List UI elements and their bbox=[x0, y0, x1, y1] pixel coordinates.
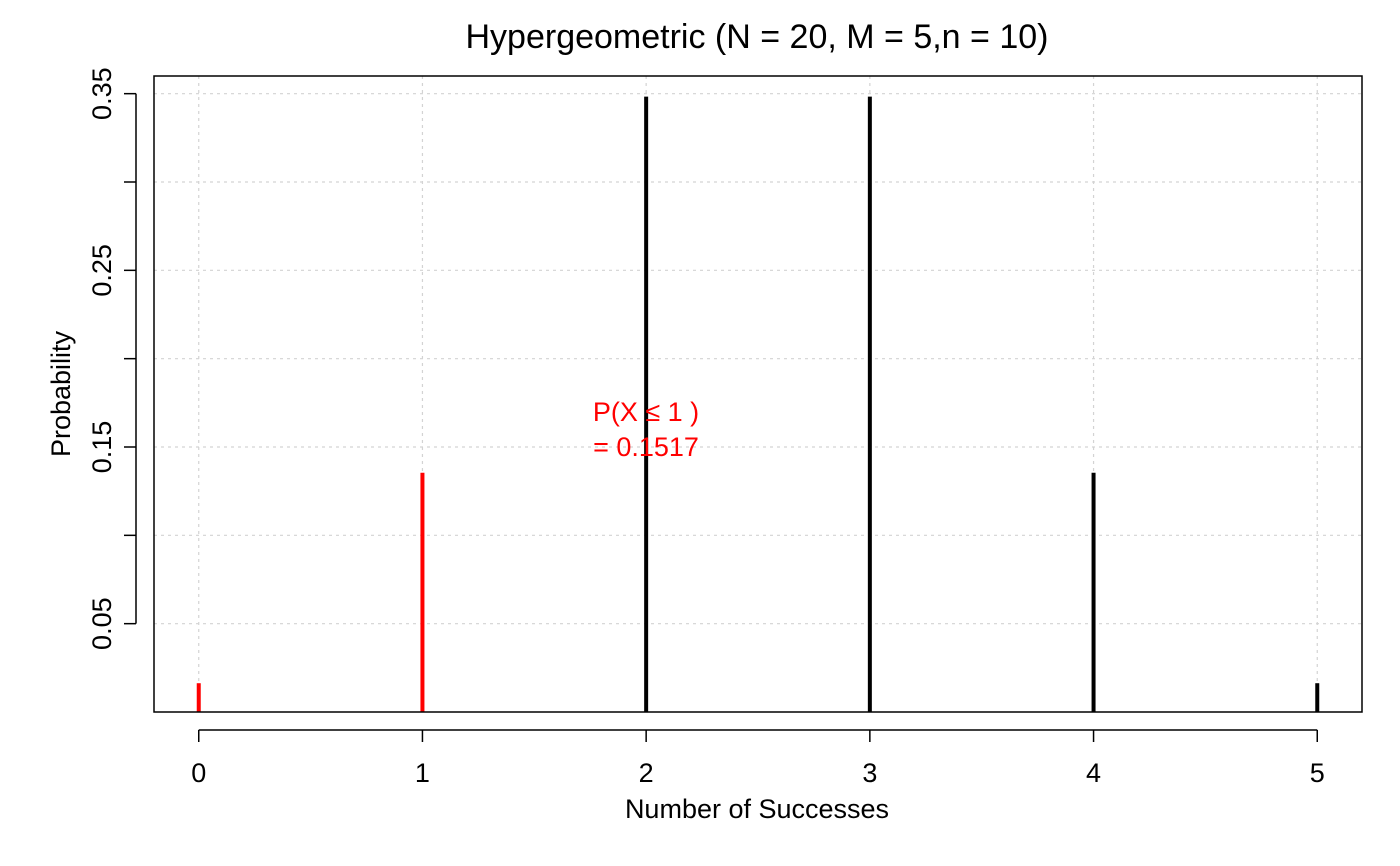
bars bbox=[196, 96, 1320, 712]
x-tick-label: 4 bbox=[1086, 758, 1101, 788]
x-axis: 0 1 2 3 4 5 bbox=[191, 729, 1325, 788]
y-tick-label: 0.35 bbox=[87, 67, 117, 120]
probability-annotation-line2: = 0.1517 bbox=[593, 432, 699, 462]
grid bbox=[154, 76, 1362, 712]
probability-annotation-line1: P(X ≤ 1 ) bbox=[593, 397, 699, 427]
x-tick-label: 5 bbox=[1310, 758, 1325, 788]
x-tick-label: 3 bbox=[862, 758, 877, 788]
hypergeometric-chart: Hypergeometric (N = 20, M = 5,n = 10) 0 1… bbox=[46, 18, 1363, 824]
y-axis: 0.05 0.15 0.25 0.35 bbox=[87, 67, 137, 650]
chart-title: Hypergeometric (N = 20, M = 5,n = 10) bbox=[466, 18, 1049, 56]
y-axis-label: Probability bbox=[46, 330, 76, 457]
y-tick-label: 0.05 bbox=[87, 597, 117, 650]
x-tick-label: 0 bbox=[191, 758, 206, 788]
x-tick-label: 1 bbox=[415, 758, 430, 788]
plot-frame bbox=[153, 75, 1363, 713]
x-tick-label: 2 bbox=[639, 758, 654, 788]
y-tick-label: 0.25 bbox=[87, 244, 117, 297]
y-tick-label: 0.15 bbox=[87, 421, 117, 474]
x-axis-label: Number of Successes bbox=[625, 794, 889, 824]
